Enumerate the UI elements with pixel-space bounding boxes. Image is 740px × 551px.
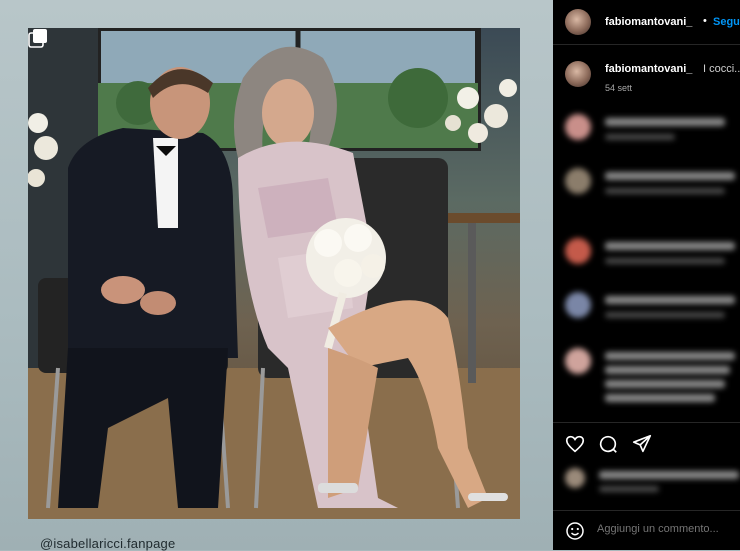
- blurred-comment: [563, 346, 740, 412]
- caption-avatar[interactable]: [565, 61, 591, 87]
- blurred-comment: [563, 112, 740, 152]
- multiple-photos-icon: [28, 29, 47, 48]
- emoji-icon[interactable]: [565, 521, 585, 541]
- add-comment-row: [553, 510, 740, 551]
- comment-bubble-icon[interactable]: [597, 433, 619, 455]
- blurred-comment: [563, 166, 740, 206]
- avatar[interactable]: [565, 9, 591, 35]
- separator-dot: •: [703, 15, 707, 27]
- caption-username[interactable]: fabiomantovani_: [605, 63, 692, 75]
- post-header: fabiomantovani_ • Segui: [553, 0, 740, 45]
- header-username[interactable]: fabiomantovani_: [605, 16, 692, 28]
- wedding-photo-illustration: [28, 28, 520, 519]
- caption-text: I cocci...: [703, 63, 740, 75]
- post-sidebar: fabiomantovani_ • Segui fabiomantovani_ …: [553, 0, 740, 550]
- blurred-comment: [563, 236, 740, 276]
- follow-button[interactable]: Segui: [713, 16, 740, 28]
- heart-icon[interactable]: [564, 433, 586, 455]
- comment-input[interactable]: [597, 523, 737, 535]
- paper-plane-icon[interactable]: [631, 433, 653, 455]
- blurred-comment: [563, 466, 740, 506]
- post-photo[interactable]: [28, 28, 520, 519]
- blurred-comment: [563, 290, 740, 330]
- caption-time: 54 sett: [605, 83, 633, 93]
- photo-credit: @isabellaricci.fanpage: [40, 536, 176, 551]
- post-actions: [553, 422, 740, 463]
